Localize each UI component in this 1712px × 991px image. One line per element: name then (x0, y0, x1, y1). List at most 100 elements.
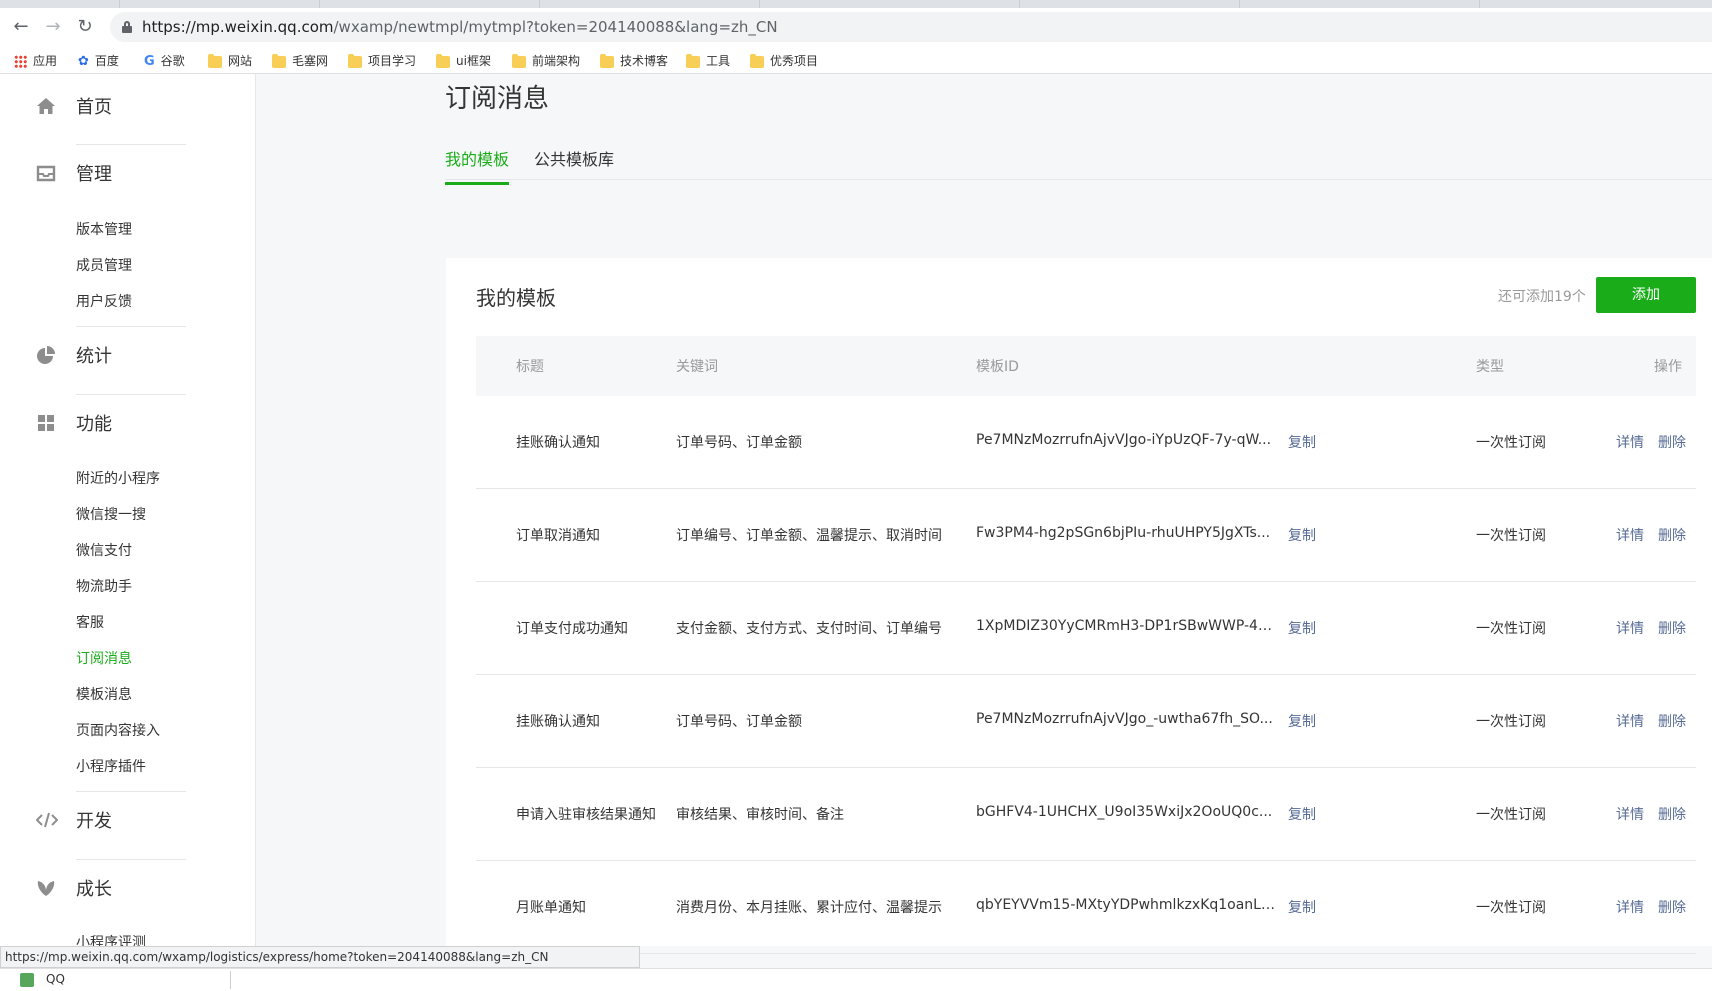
browser-tab[interactable] (1360, 0, 1480, 8)
cell-keywords: 支付金额、支付方式、支付时间、订单编号 (676, 621, 942, 637)
cell-template-id: Pe7MNzMozrrufnAjvVJgo-iYpUzQF-7y-qW... (976, 432, 1272, 448)
detail-link[interactable]: 详情 (1616, 711, 1644, 731)
copy-link[interactable]: 复制 (1288, 711, 1316, 731)
url-input[interactable]: https://mp.weixin.qq.com/wxamp/newtmpl/m… (110, 12, 1712, 42)
sidebar-group-label: 功能 (76, 414, 112, 435)
apps-icon (14, 55, 27, 68)
bookmark-folder[interactable]: 优秀项目 (750, 52, 818, 70)
sidebar-item-service[interactable]: 客服 (76, 612, 104, 632)
table-row: 订单支付成功通知 支付金额、支付方式、支付时间、订单编号 1XpMDIZ30YyCM… (476, 582, 1696, 675)
cell-title: 挂账确认通知 (516, 714, 600, 730)
back-arrow-icon[interactable]: ← (10, 16, 32, 38)
inbox-icon (36, 163, 56, 183)
bookmark-baidu[interactable]: ✿ 百度 (78, 52, 119, 70)
detail-link[interactable]: 详情 (1616, 525, 1644, 545)
browser-tab[interactable] (640, 0, 760, 8)
pie-chart-icon (36, 345, 56, 365)
sidebar-item-feedback[interactable]: 用户反馈 (76, 291, 132, 311)
table-row: 申请入驻审核结果通知 审核结果、审核时间、备注 bGHFV4-1UHCHX_U9oI… (476, 768, 1696, 861)
sidebar: 首页 管理 版本管理 成员管理 用户反馈 统计 功能 附近的小程序 微信搜一搜 … (0, 74, 256, 946)
divider (76, 394, 186, 395)
copy-link[interactable]: 复制 (1288, 897, 1316, 917)
browser-tab[interactable] (200, 0, 320, 8)
main-content: 订阅消息 我的模板 公共模板库 我的模板 还可添加19个 添加 标题 关键词 模… (257, 74, 1712, 954)
url-path: /wxamp/newtmpl/mytmpl?token=204140088&la… (333, 18, 778, 36)
bookmark-label: 项目学习 (368, 54, 417, 68)
add-button[interactable]: 添加 (1596, 277, 1696, 313)
cell-template-id: Pe7MNzMozrrufnAjvVJgo_-uwtha67fh_SO... (976, 711, 1273, 727)
detail-link[interactable]: 详情 (1616, 804, 1644, 824)
cell-title: 月账单通知 (516, 900, 586, 916)
folder-icon (686, 53, 700, 68)
divider (76, 859, 186, 860)
sidebar-group-label: 首页 (76, 97, 112, 118)
reload-icon[interactable]: ↻ (74, 16, 96, 38)
table-row: 挂账确认通知 订单号码、订单金额 Pe7MNzMozrrufnAjvVJgo-iYp… (476, 396, 1696, 489)
bookmark-label: 谷歌 (160, 54, 185, 68)
delete-link[interactable]: 删除 (1658, 711, 1686, 731)
divider (76, 791, 186, 792)
bookmark-folder[interactable]: 毛塞网 (272, 52, 328, 70)
sidebar-group-label: 成长 (76, 879, 112, 900)
table-body: 挂账确认通知 订单号码、订单金额 Pe7MNzMozrrufnAjvVJgo-iYp… (476, 396, 1696, 954)
copy-link[interactable]: 复制 (1288, 525, 1316, 545)
delete-link[interactable]: 删除 (1658, 432, 1686, 452)
sidebar-item-members[interactable]: 成员管理 (76, 255, 132, 275)
cell-template-id: 1XpMDIZ30YyCMRmH3-DP1rSBwWWP-4K... (976, 618, 1276, 634)
divider (76, 144, 186, 145)
copy-link[interactable]: 复制 (1288, 804, 1316, 824)
delete-link[interactable]: 删除 (1658, 618, 1686, 638)
browser-tab[interactable] (420, 0, 540, 8)
sidebar-item-version[interactable]: 版本管理 (76, 219, 132, 239)
tab-public-library[interactable]: 公共模板库 (534, 146, 614, 182)
browser-tab[interactable] (1120, 0, 1240, 8)
forward-arrow-icon[interactable]: → (42, 16, 64, 38)
column-header-title: 标题 (516, 359, 544, 375)
sidebar-item-subscribe[interactable]: 订阅消息 (76, 648, 132, 668)
qq-app-icon[interactable] (20, 973, 34, 987)
bookmark-folder[interactable]: 项目学习 (348, 52, 416, 70)
detail-link[interactable]: 详情 (1616, 432, 1644, 452)
bookmark-label: 毛塞网 (292, 54, 329, 68)
bookmark-google[interactable]: G 谷歌 (144, 52, 185, 70)
cell-type: 一次性订阅 (1476, 435, 1546, 451)
bookmark-label: 工具 (706, 54, 731, 68)
bookmark-folder[interactable]: 工具 (686, 52, 730, 70)
cell-title: 订单取消通知 (516, 528, 600, 544)
sidebar-item-nearby[interactable]: 附近的小程序 (76, 468, 160, 488)
folder-icon (600, 53, 614, 68)
sidebar-item-search[interactable]: 微信搜一搜 (76, 504, 146, 524)
copy-link[interactable]: 复制 (1288, 618, 1316, 638)
taskbar-label: QQ (46, 972, 65, 986)
templates-table: 标题 关键词 模板ID 类型 操作 挂账确认通知 订单号码、订单金额 Pe7MNzM… (476, 336, 1696, 954)
bookmark-label: 优秀项目 (770, 54, 819, 68)
google-icon: G (144, 53, 155, 69)
detail-link[interactable]: 详情 (1616, 897, 1644, 917)
delete-link[interactable]: 删除 (1658, 804, 1686, 824)
cell-type: 一次性订阅 (1476, 900, 1546, 916)
bookmark-label: 网站 (228, 54, 253, 68)
copy-link[interactable]: 复制 (1288, 432, 1316, 452)
browser-tab[interactable] (0, 0, 120, 8)
bookmark-folder[interactable]: 前端架构 (512, 52, 580, 70)
tab-my-templates[interactable]: 我的模板 (445, 146, 510, 185)
cell-template-id: Fw3PM4-hg2pSGn6bjPIu-rhuUHPY5JgXTs... (976, 525, 1271, 541)
table-row: 月账单通知 消费月份、本月挂账、累计应付、温馨提示 qbYEYVVm15-MXtyY… (476, 861, 1696, 954)
bookmark-apps[interactable]: 应用 (14, 52, 57, 70)
sidebar-item-plugin[interactable]: 小程序插件 (76, 756, 146, 776)
sidebar-item-review[interactable]: 小程序评测 (76, 932, 146, 946)
sidebar-item-logistics[interactable]: 物流助手 (76, 576, 132, 596)
table-header: 标题 关键词 模板ID 类型 操作 (476, 336, 1696, 396)
sidebar-item-content[interactable]: 页面内容接入 (76, 720, 160, 740)
sidebar-item-pay[interactable]: 微信支付 (76, 540, 132, 560)
folder-icon (750, 53, 764, 68)
delete-link[interactable]: 删除 (1658, 525, 1686, 545)
detail-link[interactable]: 详情 (1616, 618, 1644, 638)
browser-tab[interactable] (900, 0, 1020, 8)
bookmark-folder[interactable]: 技术博客 (600, 52, 668, 70)
bookmark-label: ui框架 (456, 54, 491, 68)
delete-link[interactable]: 删除 (1658, 897, 1686, 917)
sidebar-item-template[interactable]: 模板消息 (76, 684, 132, 704)
bookmark-folder[interactable]: 网站 (208, 52, 252, 70)
bookmark-folder[interactable]: ui框架 (436, 52, 491, 70)
